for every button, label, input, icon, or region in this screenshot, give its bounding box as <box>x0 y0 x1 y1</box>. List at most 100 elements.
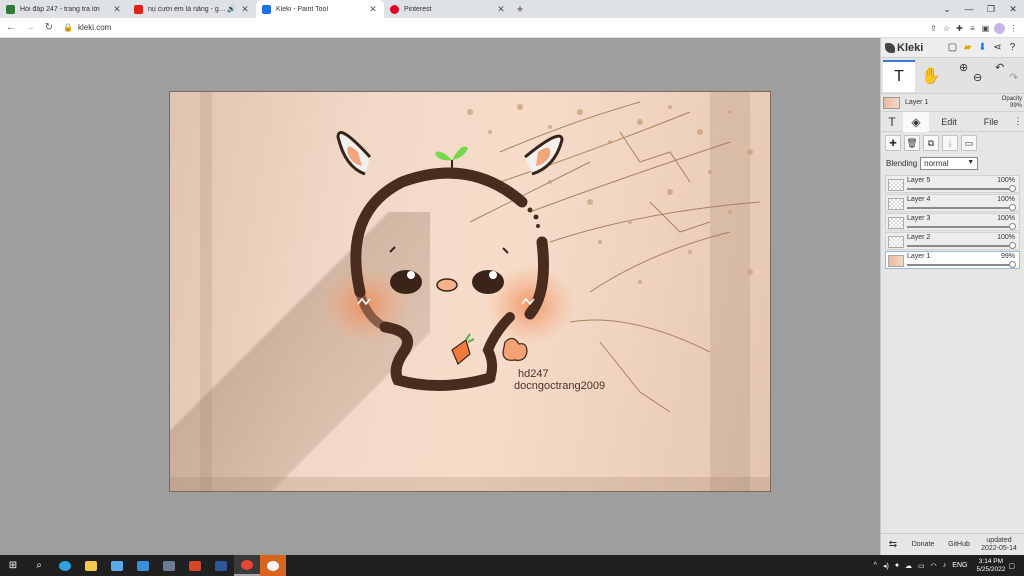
help-icon[interactable]: ? <box>1005 39 1020 57</box>
speaker-icon[interactable]: 🔊 <box>227 5 236 13</box>
redo-icon[interactable]: ↷ <box>1009 71 1018 84</box>
updated-info[interactable]: updated 2022-05-14 <box>977 537 1021 553</box>
reload-icon[interactable]: ↻ <box>41 20 57 36</box>
merge-down-button[interactable]: ⤓ <box>942 135 958 151</box>
close-icon[interactable]: ✕ <box>112 4 122 15</box>
slider-knob[interactable] <box>1009 223 1016 230</box>
word-icon[interactable] <box>208 555 234 576</box>
slider-knob[interactable] <box>1009 261 1016 268</box>
duplicate-layer-button[interactable]: ⧉ <box>923 135 939 151</box>
sidepanel-icon[interactable]: ▣ <box>979 20 992 36</box>
chevron-up-icon[interactable]: ^ <box>874 562 877 569</box>
new-tab-button[interactable]: + <box>512 0 528 18</box>
tab-edit[interactable]: Edit <box>929 112 969 132</box>
store-icon[interactable] <box>104 555 130 576</box>
windows-start-icon[interactable]: ⊞ <box>0 555 26 576</box>
clock[interactable]: 3:14 PM 5/25/2022 <box>976 558 1005 574</box>
minimize-icon[interactable]: — <box>958 0 980 18</box>
tab-kleki[interactable]: Kleki - Paint Tool ✕ <box>256 0 384 18</box>
tab-text[interactable]: T <box>881 112 903 132</box>
mic-icon[interactable]: ● <box>895 562 899 569</box>
download-icon[interactable]: ⬇ <box>975 39 990 57</box>
file-explorer-icon[interactable] <box>78 555 104 576</box>
opacity-slider[interactable] <box>907 223 1016 230</box>
kleki-logo[interactable]: Kleki <box>885 42 923 54</box>
star-icon[interactable]: ☆ <box>940 20 953 36</box>
chrome-icon[interactable] <box>234 555 260 576</box>
blending-select[interactable]: normal ▼ <box>920 156 979 170</box>
lock-icon[interactable]: 🔒 <box>63 23 73 32</box>
layer-thumbnail <box>888 236 904 248</box>
speaker-icon[interactable]: ♪ <box>943 562 947 569</box>
menu-icon[interactable]: ⋮ <box>1007 20 1020 36</box>
current-layer-bar[interactable]: Layer 1 Opacity 99% <box>881 94 1024 112</box>
address-bar[interactable]: 🔒 kleki.com <box>63 20 923 36</box>
extensions-icon[interactable]: ✚ <box>953 20 966 36</box>
layer-row[interactable]: Layer 5 100% <box>885 175 1020 193</box>
close-icon[interactable]: ✕ <box>240 4 250 15</box>
edge-icon[interactable] <box>52 555 78 576</box>
github-link[interactable]: GitHub <box>941 541 977 548</box>
media-icon[interactable]: ≡ <box>966 20 979 36</box>
rename-layer-button[interactable]: ▭ <box>961 135 977 151</box>
clock-time: 3:14 PM <box>978 557 1004 565</box>
tab-pinterest[interactable]: Pinterest ✕ <box>384 0 512 18</box>
kleki-workspace[interactable]: hd247 docngoctrang2009 <box>0 38 880 555</box>
slider-knob[interactable] <box>1009 185 1016 192</box>
more-menu-icon[interactable]: ⋮ <box>1013 112 1023 132</box>
volume-icon[interactable]: ◂) <box>883 562 889 570</box>
chevron-down-icon[interactable]: ⌄ <box>936 0 958 18</box>
tab-title: Pinterest <box>404 5 432 13</box>
slider-knob[interactable] <box>1009 242 1016 249</box>
hand-tool-button[interactable]: ✋ <box>915 61 947 91</box>
battery-icon[interactable]: ▭ <box>918 562 925 570</box>
layer-row[interactable]: Layer 4 100% <box>885 194 1020 212</box>
new-file-icon[interactable]: ▢ <box>945 39 960 57</box>
hoidap-favicon <box>6 4 15 14</box>
tab-hoidap[interactable]: Hỏi đáp 247 - trang tra lời ✕ <box>0 0 128 18</box>
search-icon[interactable]: ⌕ <box>26 555 52 576</box>
close-icon[interactable]: ✕ <box>368 4 378 15</box>
signature-text: docngoctrang2009 <box>514 380 606 392</box>
opacity-slider[interactable] <box>907 204 1016 211</box>
delete-layer-button[interactable]: 🗑 <box>904 135 920 151</box>
zoom-in-icon[interactable]: ⊕ <box>959 61 968 74</box>
layer-row-selected[interactable]: Layer 1 99% <box>885 251 1020 269</box>
tab-youtube[interactable]: nụ cười em là nắng - green ... 🔊 ✕ <box>128 0 256 18</box>
powerpoint-icon[interactable] <box>182 555 208 576</box>
cloud-icon[interactable]: ☁ <box>905 562 912 570</box>
profile-avatar[interactable] <box>994 22 1005 34</box>
mail-icon[interactable] <box>130 555 156 576</box>
forward-icon[interactable]: → <box>22 20 38 36</box>
close-window-icon[interactable]: ✕ <box>1002 0 1024 18</box>
swap-side-icon[interactable]: ⇆ <box>881 539 905 550</box>
undo-icon[interactable]: ↶ <box>995 61 1004 74</box>
current-layer-opacity: Opacity 99% <box>1002 96 1022 110</box>
text-tool-button[interactable]: T <box>883 59 915 92</box>
drawing-canvas[interactable]: hd247 docngoctrang2009 <box>169 91 771 492</box>
back-icon[interactable]: ← <box>3 20 19 36</box>
share-icon[interactable]: ⇪ <box>927 20 940 36</box>
restore-icon[interactable]: ❐ <box>980 0 1002 18</box>
opacity-slider[interactable] <box>907 261 1016 268</box>
layer-row[interactable]: Layer 2 100% <box>885 232 1020 250</box>
layer-row[interactable]: Layer 3 100% <box>885 213 1020 231</box>
donate-link[interactable]: Donate <box>905 541 941 548</box>
wifi-icon[interactable]: ◠ <box>931 562 937 570</box>
camera-icon[interactable] <box>156 555 182 576</box>
notification-icon[interactable]: ▢ <box>1008 562 1015 570</box>
tab-file[interactable]: File <box>969 112 1013 132</box>
add-layer-button[interactable]: ✚ <box>885 135 901 151</box>
opacity-slider[interactable] <box>907 185 1016 192</box>
opacity-slider[interactable] <box>907 242 1016 249</box>
close-icon[interactable]: ✕ <box>496 4 506 15</box>
updated-label: updated <box>986 536 1012 544</box>
recorder-icon[interactable] <box>260 555 286 576</box>
language-indicator[interactable]: ENG <box>952 562 967 569</box>
tab-layers[interactable]: ◈ <box>903 111 929 132</box>
open-folder-icon[interactable]: ▰ <box>960 39 975 57</box>
browser-toolbar: ← → ↻ 🔒 kleki.com ⇪ ☆ ✚ ≡ ▣ ⋮ <box>0 18 1024 38</box>
share-icon[interactable]: ⋖ <box>990 39 1005 57</box>
slider-knob[interactable] <box>1009 204 1016 211</box>
zoom-out-icon[interactable]: ⊖ <box>973 71 982 84</box>
